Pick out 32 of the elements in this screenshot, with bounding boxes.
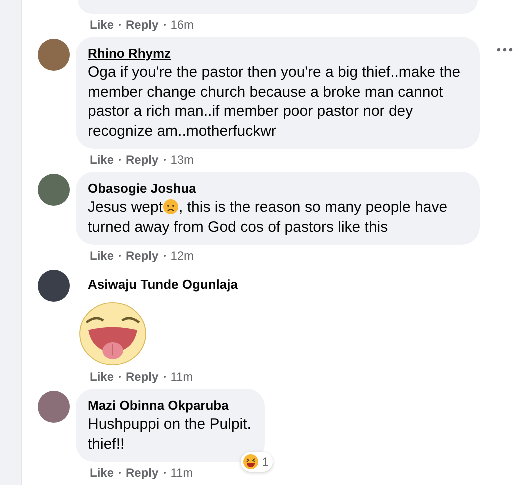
author-name[interactable]: Asiwaju Tunde Ogunlaja [88,277,238,292]
reaction-count: 1 [262,455,269,469]
comment-time: 12m [170,248,194,262]
comment-time: 13m [170,152,194,166]
more-options-icon[interactable] [497,48,513,52]
laughing-face-icon [243,454,260,470]
comment-action-link[interactable]: Like [90,152,114,166]
author-name[interactable]: Rhino Rhymz [88,46,172,61]
avatar-photo[interactable] [38,391,70,423]
comment-action-link[interactable]: Reply [126,152,159,166]
avatar-photo[interactable] [38,174,70,206]
author-name[interactable]: Obasogie Joshua [88,181,196,196]
reaction-badge[interactable]: 1 [241,452,273,472]
comment-action-link[interactable]: Reply [126,248,159,262]
comment-action-link[interactable]: Like [90,466,114,480]
comment-text: Oga if you're the pastor then you're a big thief..make the member change church because a broke man cannot pastor a rich man..if member poor pastor nor dey recognize am..motherfuckwr [88,63,462,141]
comment-action-link[interactable]: Like [90,248,114,262]
avatar-photo[interactable] [38,39,70,71]
comment-action-link[interactable]: Reply [126,370,159,384]
comment-action-link[interactable]: Reply [126,466,159,480]
comment-time: 11m [170,466,194,480]
tongue-face-sticker [78,302,148,366]
comment-time: 16m [170,18,194,32]
sad-face-icon [163,199,180,215]
avatar-photo[interactable] [38,270,70,302]
comment-action-link[interactable]: Reply [126,18,159,32]
author-name[interactable]: Mazi Obinna Okparuba [88,398,229,413]
comment-time: 11m [170,370,194,384]
comment-action-link[interactable]: Like [90,370,114,384]
comment-text: Hushpuppi on the Pulpit. thief!! [88,415,252,454]
comment-text: Jesus wept , this is the reason so many people have turned away from God cos of pastors like this [88,198,449,237]
comment-action-link[interactable]: Like [90,18,114,32]
